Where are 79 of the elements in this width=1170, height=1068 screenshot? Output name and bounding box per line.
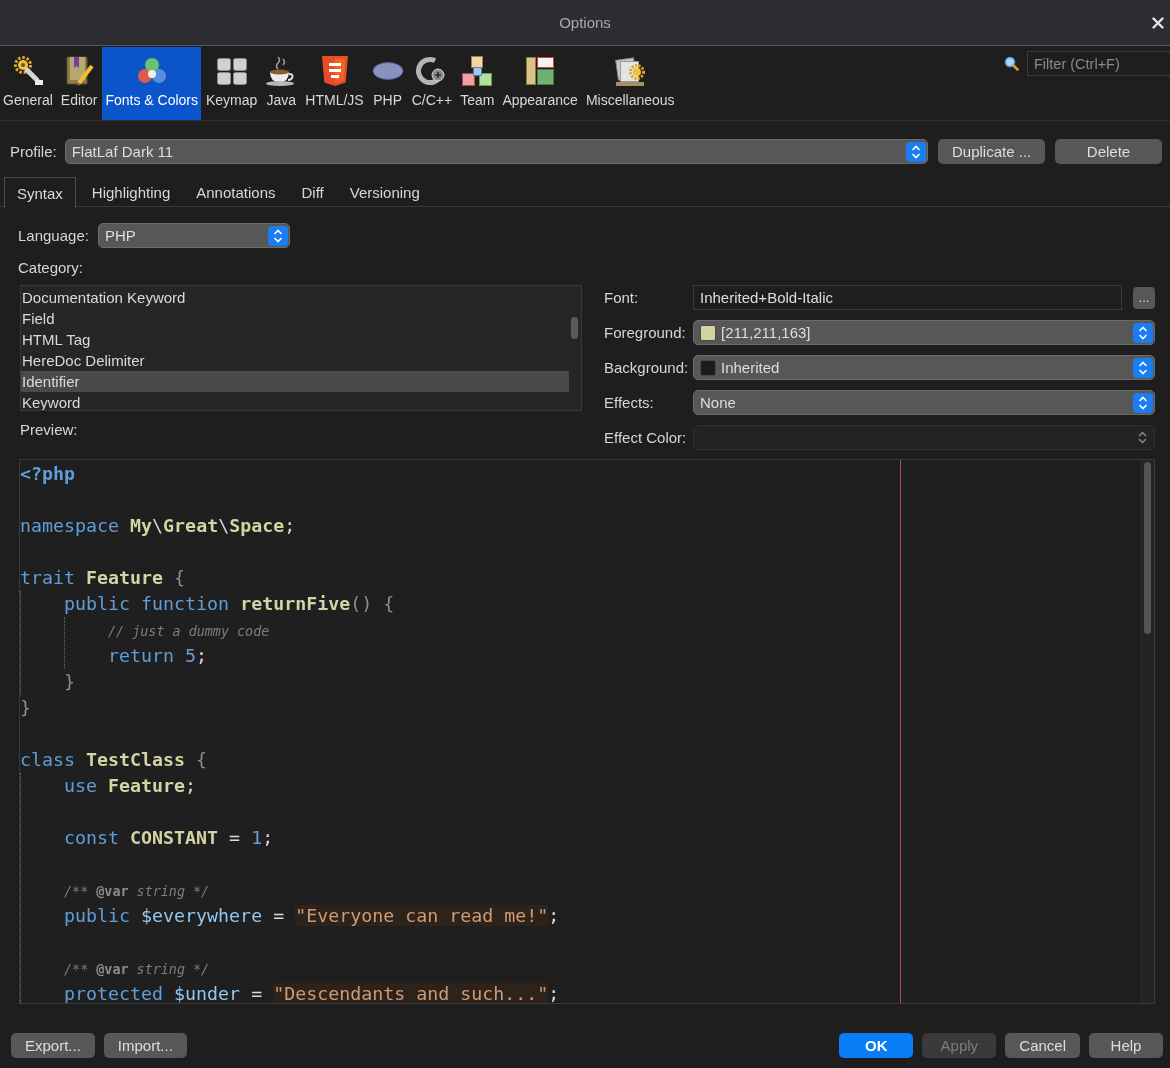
background-dropdown[interactable]: Inherited [693,355,1155,380]
code-line: /** @var string */ [64,961,210,979]
gear-wrench-icon [11,55,44,87]
tab[interactable]: Syntax [4,177,76,208]
code-line: const CONSTANT = 1; [64,826,274,850]
field-label: Foreground: [604,324,687,341]
up-down-icon [1133,322,1153,343]
code-line: return 5; [108,644,208,668]
code-line: use Feature; [64,774,197,798]
toolbar-item[interactable]: Java [262,47,301,120]
tab[interactable]: Highlighting [78,177,184,207]
code-line: /** @var string */ [64,883,210,901]
foreground-dropdown[interactable]: [211,211,163] [693,320,1155,345]
up-down-icon [267,225,288,246]
book-pencil-icon [63,55,96,87]
filter-field[interactable]: Filter (Ctrl+F) [1027,51,1170,76]
field-label: Effect Color: [604,429,688,446]
cancel-button[interactable]: Cancel [1005,1033,1080,1058]
ok-button[interactable]: OK [839,1033,914,1058]
delete-button[interactable]: Delete [1055,139,1162,164]
code-line: namespace My\Great\Space; [20,514,296,538]
help-button[interactable]: Help [1089,1033,1163,1058]
up-down-icon [1133,357,1153,378]
scrollbar-track[interactable] [1141,460,1154,1003]
toolbar-item[interactable]: Keymap [203,47,261,120]
close-icon[interactable] [1152,16,1164,29]
keys-icon [215,55,248,87]
scrollbar-thumb[interactable] [1144,462,1151,634]
scrollbar-thumb[interactable] [571,317,578,339]
up-down-icon [906,141,926,162]
ring-icon [415,55,448,87]
code-line: <?php [20,462,76,486]
toolbar-item[interactable]: PHP [368,47,407,120]
code-line: } [20,696,31,720]
code-line: } [64,670,76,694]
code-line: class TestClass { [20,748,208,772]
toolbar-item[interactable]: C/C++ [408,47,456,120]
field-label: Background: [604,359,690,376]
language-dropdown[interactable]: PHP [97,223,290,248]
export-button[interactable]: Export... [11,1033,95,1058]
cubes-icon [461,55,494,87]
tab[interactable]: Diff [288,177,337,207]
profile-dropdown[interactable]: FlatLaf Dark 11 [64,139,928,164]
list-item[interactable]: Field [21,308,569,329]
browse-button[interactable]: ... [1133,286,1155,309]
toolbar-item[interactable]: General [0,47,56,120]
code-preview[interactable] [19,459,1155,1004]
up-down-icon [1133,392,1153,413]
font-field[interactable]: Inherited+Bold-Italic [693,285,1122,310]
toolbar-item[interactable]: Team [457,47,498,120]
toolbar-item[interactable]: Fonts & Colors [102,47,201,120]
toolbar-item[interactable]: HTML/JS [302,47,367,120]
toolbar-item[interactable]: Editor [57,47,101,120]
papers-gear-icon [614,55,647,87]
search-icon [1004,56,1019,71]
up-down-icon [1138,431,1147,444]
import-button[interactable]: Import... [103,1033,187,1058]
layout-icon [524,55,557,87]
language-label: Language: [18,227,89,244]
category-label: Category: [18,259,85,277]
list-item[interactable]: HereDoc Delimiter [21,350,569,371]
code-line: // just a dummy code [108,623,270,641]
window-title: Options [559,14,611,31]
list-item[interactable]: HTML Tag [21,329,569,350]
toolbar-item[interactable]: Miscellaneous [582,47,678,120]
tab[interactable]: Versioning [336,177,433,207]
effects-dropdown[interactable]: None [693,390,1155,415]
duplicate-button[interactable]: Duplicate ... [938,139,1045,164]
tab[interactable]: Annotations [183,177,289,207]
preview-label: Preview: [20,421,79,439]
code-line: public $everywhere = "Everyone can read me!"; [64,904,560,928]
toolbar-item[interactable]: Appearance [499,47,581,120]
profile-label: Profile: [10,143,57,160]
field-label: Effects: [604,394,655,411]
field-label: Font: [604,289,640,306]
code-line: trait Feature { [20,566,186,590]
list-item[interactable]: Documentation Keyword [21,287,569,308]
code-line: public function returnFive() { [64,592,395,616]
list-item[interactable]: Identifier [21,371,569,392]
